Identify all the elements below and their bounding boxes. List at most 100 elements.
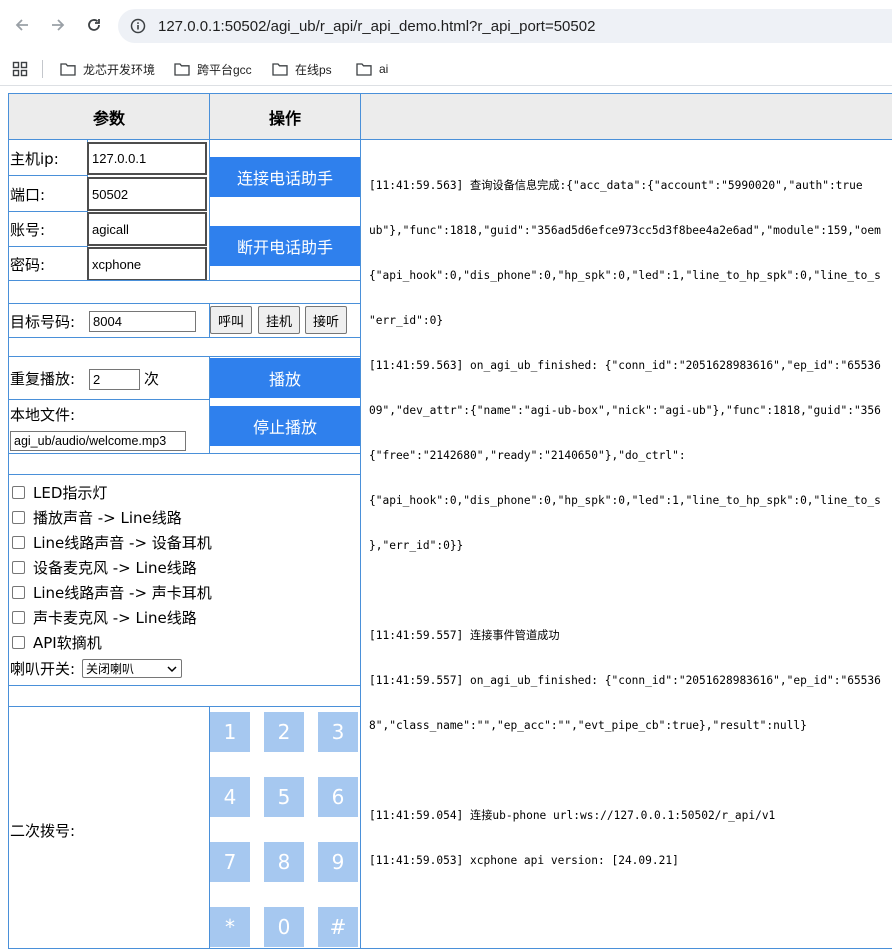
speaker-label: 喇叭开关: bbox=[10, 659, 76, 678]
log-line: {"api_hook":0,"dis_phone":0,"hp_spk":0,"… bbox=[369, 494, 881, 507]
bookmark-label: ai bbox=[379, 62, 389, 76]
folder-icon bbox=[174, 63, 190, 76]
options-cell bbox=[8, 474, 361, 686]
url-text: 127.0.0.1:50502/agi_ub/r_api/r_api_demo.… bbox=[158, 17, 596, 35]
answer-button[interactable]: 接听 bbox=[305, 306, 347, 334]
log-line: [11:41:59.053] xcphone api version: [24.… bbox=[369, 854, 679, 867]
dtmf-key-4[interactable]: 4 bbox=[210, 777, 250, 817]
target-input[interactable]: 8004 bbox=[89, 311, 196, 332]
checkbox[interactable] bbox=[12, 611, 25, 624]
dtmf-key-0[interactable]: 0 bbox=[264, 907, 304, 947]
log-line: [11:41:59.557] on_agi_ub_finished: {"con… bbox=[369, 674, 881, 687]
dtmf-key-8[interactable]: 8 bbox=[264, 842, 304, 882]
port-input[interactable]: 50502 bbox=[87, 177, 207, 211]
account-input[interactable]: agicall bbox=[87, 212, 207, 246]
dtmf-label: 二次拨号: bbox=[10, 821, 76, 840]
disconnect-button[interactable]: 断开电话助手 bbox=[210, 226, 360, 266]
option-line-to-headset[interactable]: Line线路声音 -> 设备耳机 bbox=[12, 532, 212, 553]
checkbox[interactable] bbox=[12, 636, 25, 649]
bookmark-label: 在线ps bbox=[295, 62, 332, 77]
checkbox[interactable] bbox=[12, 586, 25, 599]
option-mic-to-line[interactable]: 设备麦克风 -> Line线路 bbox=[12, 557, 197, 578]
bookmark-folder[interactable]: 龙芯开发环境 bbox=[60, 60, 155, 78]
repeat-input[interactable]: 2 bbox=[89, 369, 140, 390]
repeat-label: 重复播放: bbox=[10, 369, 76, 388]
checkbox[interactable] bbox=[12, 561, 25, 574]
password-input[interactable]: xcphone bbox=[87, 247, 207, 281]
separator-row bbox=[8, 280, 361, 304]
separator-row bbox=[8, 337, 361, 357]
checkbox[interactable] bbox=[12, 511, 25, 524]
bookmark-folder[interactable]: 跨平台gcc bbox=[174, 60, 252, 78]
log-line: {"free":"2142680","ready":"2140650"},"do… bbox=[369, 449, 686, 462]
option-soundcard-mic-to-line[interactable]: 声卡麦克风 -> Line线路 bbox=[12, 607, 197, 628]
file-input[interactable]: agi_ub/audio/welcome.mp3 bbox=[10, 431, 186, 451]
reload-icon[interactable] bbox=[81, 12, 107, 38]
log-line: [11:41:59.563] on_agi_ub_finished: {"con… bbox=[369, 359, 881, 372]
log-line: "err_id":0} bbox=[369, 314, 444, 327]
log-line: [11:41:59.557] 连接事件管道成功 bbox=[369, 629, 560, 642]
chevron-down-icon bbox=[167, 666, 177, 673]
folder-icon bbox=[356, 63, 372, 76]
option-line-to-soundcard[interactable]: Line线路声音 -> 声卡耳机 bbox=[12, 582, 212, 603]
dtmf-key-hash[interactable]: # bbox=[318, 907, 358, 947]
bookmark-label: 龙芯开发环境 bbox=[83, 62, 156, 77]
log-line: [11:41:59.563] 查询设备信息完成:{"acc_data":{"ac… bbox=[369, 179, 863, 192]
browser-toolbar: 127.0.0.1:50502/agi_ub/r_api/r_api_demo.… bbox=[0, 0, 892, 52]
bookmark-folder[interactable]: ai bbox=[356, 60, 388, 78]
site-info-icon[interactable] bbox=[130, 18, 146, 34]
log-line: 09","dev_attr":{"name":"agi-ub-box","nic… bbox=[369, 404, 881, 417]
stop-button[interactable]: 停止播放 bbox=[210, 406, 360, 446]
header-params: 参数 bbox=[8, 93, 210, 140]
bookmark-folder[interactable]: 在线ps bbox=[272, 60, 332, 78]
account-label: 账号: bbox=[10, 221, 46, 239]
separator-row bbox=[8, 685, 361, 707]
back-arrow-icon[interactable] bbox=[9, 12, 35, 38]
folder-icon bbox=[272, 63, 288, 76]
forward-arrow-icon[interactable] bbox=[45, 12, 71, 38]
repeat-unit: 次 bbox=[144, 369, 160, 388]
host-label: 主机ip: bbox=[10, 149, 59, 168]
dtmf-key-9[interactable]: 9 bbox=[318, 842, 358, 882]
event-log: [11:41:59.563] 查询设备信息完成:{"acc_data":{"ac… bbox=[365, 146, 892, 946]
option-play-to-line[interactable]: 播放声音 -> Line线路 bbox=[12, 507, 182, 528]
speaker-select[interactable]: 关闭喇叭 bbox=[82, 659, 182, 678]
checkbox[interactable] bbox=[12, 536, 25, 549]
bookmarks-divider bbox=[42, 60, 43, 78]
log-line: [11:41:59.054] 连接ub-phone url:ws://127.0… bbox=[369, 809, 776, 822]
address-bar[interactable]: 127.0.0.1:50502/agi_ub/r_api/r_api_demo.… bbox=[118, 9, 892, 43]
demo-page: 参数 操作 主机ip: 127.0.0.1 端口: 50502 账号: agic… bbox=[8, 93, 892, 949]
separator-row bbox=[8, 453, 361, 475]
dial-button[interactable]: 呼叫 bbox=[210, 306, 252, 334]
bookmark-label: 跨平台gcc bbox=[197, 62, 252, 77]
dtmf-key-3[interactable]: 3 bbox=[318, 712, 358, 752]
checkbox[interactable] bbox=[12, 486, 25, 499]
password-label: 密码: bbox=[10, 255, 46, 274]
log-line: 8","class_name":"","ep_acc":"","evt_pipe… bbox=[369, 719, 807, 732]
log-line: ub"},"func":1818,"guid":"356ad5d6efce973… bbox=[369, 224, 881, 237]
play-button[interactable]: 播放 bbox=[210, 358, 360, 398]
header-ops: 操作 bbox=[209, 93, 361, 140]
dtmf-key-6[interactable]: 6 bbox=[318, 777, 358, 817]
bookmarks-bar: 龙芯开发环境 跨平台gcc 在线ps ai bbox=[0, 52, 892, 86]
option-api-offhook[interactable]: API软摘机 bbox=[12, 632, 102, 653]
dtmf-key-7[interactable]: 7 bbox=[210, 842, 250, 882]
target-label: 目标号码: bbox=[10, 312, 76, 331]
dtmf-key-5[interactable]: 5 bbox=[264, 777, 304, 817]
log-line: {"api_hook":0,"dis_phone":0,"hp_spk":0,"… bbox=[369, 269, 881, 282]
folder-icon bbox=[60, 63, 76, 76]
connect-button[interactable]: 连接电话助手 bbox=[210, 157, 360, 197]
header-log bbox=[360, 93, 892, 140]
dtmf-key-1[interactable]: 1 bbox=[210, 712, 250, 752]
dtmf-key-2[interactable]: 2 bbox=[264, 712, 304, 752]
apps-grid-icon[interactable] bbox=[12, 60, 35, 78]
log-line: },"err_id":0}} bbox=[369, 539, 464, 552]
host-input[interactable]: 127.0.0.1 bbox=[87, 142, 207, 175]
dtmf-key-star[interactable]: * bbox=[210, 907, 250, 947]
option-led[interactable]: LED指示灯 bbox=[12, 482, 107, 503]
hangup-button[interactable]: 挂机 bbox=[258, 306, 300, 334]
file-label: 本地文件: bbox=[10, 405, 76, 424]
port-label: 端口: bbox=[10, 185, 46, 204]
